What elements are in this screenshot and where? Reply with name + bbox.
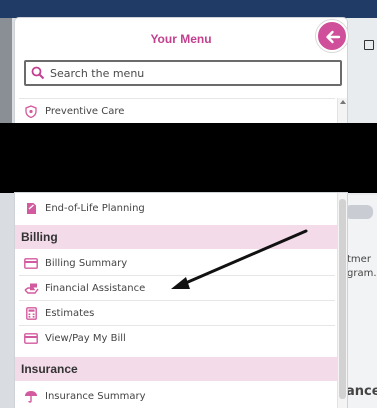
section-header-billing: Billing [15,225,337,249]
menu-panel-bottom: End-of-Life Planning Billing Billing Sum… [15,193,347,408]
menu-title: Your Menu [150,32,212,46]
menu-scrollbar-thumb[interactable] [339,199,346,399]
menu-item-insurance-summary[interactable]: Insurance Summary [15,385,337,407]
search-box[interactable] [24,60,342,86]
menu-item-preventive-care[interactable]: Preventive Care [15,100,337,122]
menu-divider [19,325,335,326]
search-icon [31,66,45,80]
menu-divider [19,300,335,301]
menu-item-label: View/Pay My Bill [45,332,126,344]
menu-item-label: Preventive Care [45,105,125,117]
calculator-icon [23,306,39,320]
menu-item-financial-assistance[interactable]: Financial Assistance [15,277,337,299]
menu-panel-top: Your Menu Preventive Care [15,18,347,124]
menu-item-label: Billing Summary [45,257,128,269]
menu-scrollbar-top[interactable] [337,98,347,124]
money-hand-icon [23,281,39,295]
menu-scrollbar[interactable] [337,193,347,408]
back-button[interactable] [316,20,348,52]
page-header-bar [0,0,377,18]
menu-item-label: Estimates [45,307,95,319]
menu-divider [19,98,335,99]
page-left-edge [0,18,12,128]
page-corner-control [364,40,374,50]
menu-item-view-pay-my-bill[interactable]: View/Pay My Bill [15,327,337,349]
arrow-left-icon [326,30,341,44]
menu-item-billing-summary[interactable]: Billing Summary [15,252,337,274]
card-icon [23,331,39,345]
page-text-fragment: ance [346,384,377,399]
document-icon [23,201,39,215]
menu-item-estimates[interactable]: Estimates [15,302,337,324]
page-text-fragment: gram. [347,268,377,279]
page-text-fragment: tmer [347,254,371,265]
card-icon [23,256,39,270]
menu-item-end-of-life-planning[interactable]: End-of-Life Planning [15,197,337,219]
menu-item-label: Financial Assistance [45,282,146,294]
page-right-pill [345,205,373,219]
umbrella-icon [23,389,39,403]
menu-item-label: Insurance Summary [45,390,146,402]
section-header-insurance: Insurance [15,357,337,381]
menu-divider [19,275,335,276]
redaction-band [0,123,377,193]
search-input[interactable] [50,63,335,83]
scroll-up-icon[interactable] [340,100,346,104]
menu-item-label: End-of-Life Planning [45,202,145,214]
shield-icon [23,104,39,118]
